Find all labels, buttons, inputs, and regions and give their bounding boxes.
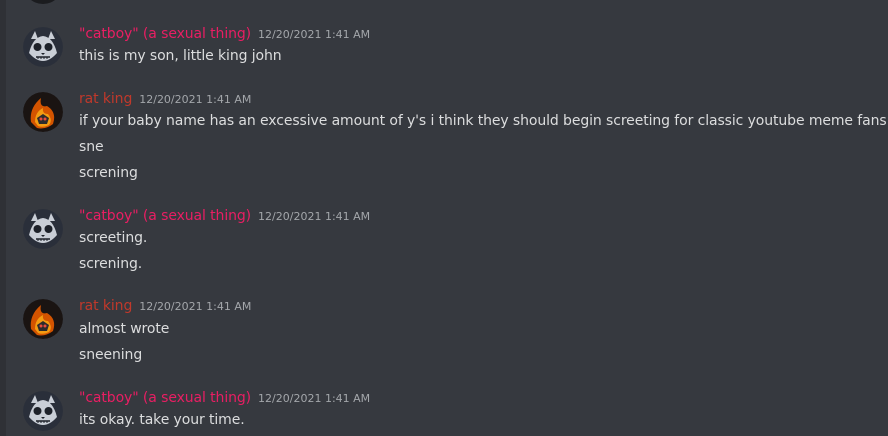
fire-avatar-icon[interactable] xyxy=(23,92,63,132)
message-content: this is my son, little king john xyxy=(79,48,282,64)
message-content: sne xyxy=(79,139,104,155)
username[interactable]: "catboy" (a sexual thing) xyxy=(79,390,251,406)
username[interactable]: "catboy" (a sexual thing) xyxy=(79,208,251,224)
message-content: screning. xyxy=(79,256,143,272)
message-content: sneening xyxy=(79,347,143,363)
message-content: screeting. xyxy=(79,230,148,246)
message-content: almost wrote xyxy=(79,321,170,337)
message-content: if your baby name has an excessive amoun… xyxy=(79,113,887,129)
message-header: "catboy" (a sexual thing) 12/20/2021 1:4… xyxy=(79,208,370,228)
message-header: "catboy" (a sexual thing) 12/20/2021 1:4… xyxy=(79,390,370,410)
timestamp[interactable]: 12/20/2021 1:41 AM xyxy=(139,93,251,106)
cat-skull-avatar-icon[interactable] xyxy=(23,27,63,67)
timestamp[interactable]: 12/20/2021 1:41 AM xyxy=(258,210,370,223)
timestamp[interactable]: 12/20/2021 1:41 AM xyxy=(258,392,370,405)
message-header: rat king 12/20/2021 1:41 AM xyxy=(79,91,251,111)
username[interactable]: "catboy" (a sexual thing) xyxy=(79,26,251,42)
fire-avatar-icon[interactable] xyxy=(23,299,63,339)
cat-skull-avatar-icon[interactable] xyxy=(23,391,63,431)
timestamp[interactable]: 12/20/2021 1:41 AM xyxy=(139,300,251,313)
message-content: screning xyxy=(79,165,138,181)
message-content: its okay. take your time. xyxy=(79,412,245,428)
cat-skull-avatar-icon[interactable] xyxy=(23,209,63,249)
message-header: rat king 12/20/2021 1:41 AM xyxy=(79,298,251,318)
username[interactable]: rat king xyxy=(79,91,132,107)
timestamp[interactable]: 12/20/2021 1:41 AM xyxy=(258,28,370,41)
message-list: "catboy" (a sexual thing) 12/20/2021 1:4… xyxy=(6,0,888,436)
message-header: "catboy" (a sexual thing) 12/20/2021 1:4… xyxy=(79,26,370,46)
username[interactable]: rat king xyxy=(79,298,132,314)
